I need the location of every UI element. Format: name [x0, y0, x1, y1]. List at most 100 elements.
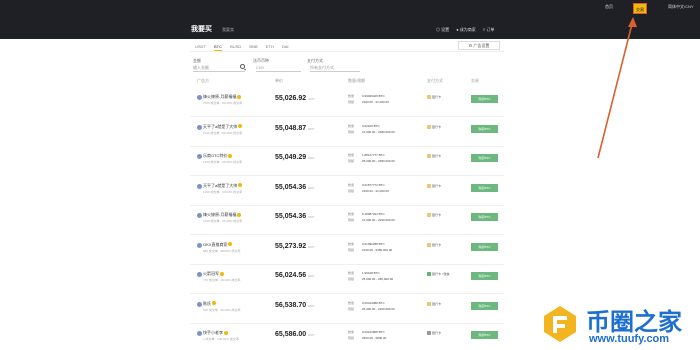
watermark-url: www.tuufy.com: [589, 333, 670, 345]
currency-select[interactable]: CNY: [256, 63, 301, 72]
table-row: 天平了a就是了大帅 1330 成交单 · 99.20% 成交率 55,048.87 …: [190, 117, 504, 147]
advertiser-name[interactable]: 火箭冠军: [203, 271, 224, 277]
avatar[interactable]: [197, 154, 202, 159]
payment-method: 银行卡: [427, 154, 441, 159]
verified-badge-icon: [224, 330, 228, 335]
advertiser-name[interactable]: 天平了a就是了大帅: [203, 183, 243, 189]
payment-method: 银行卡: [427, 331, 441, 336]
tab-eth[interactable]: ETH: [266, 44, 274, 49]
tab-bnb[interactable]: BNB: [249, 44, 257, 49]
advertiser-stats: 600 成交单 · 99.00% 成交率: [203, 307, 241, 312]
quantity-label: 数量: [348, 182, 355, 187]
limit-label: 限额: [348, 247, 355, 252]
language-currency-selector[interactable]: 简体中文/CNY: [668, 4, 694, 10]
buy-btc-button[interactable]: 购买BTC: [471, 331, 498, 339]
tab-usdt[interactable]: USDT: [195, 44, 206, 49]
limit-label: 限额: [348, 129, 355, 134]
limit-label: 限额: [348, 277, 355, 281]
tab-busd[interactable]: BUSD: [230, 44, 241, 49]
avatar[interactable]: [197, 301, 202, 307]
quantity-value: 0.01877772 BTC: [362, 182, 385, 187]
column-header-trade: 交易: [471, 78, 479, 83]
advertiser-name[interactable]: 乐商OTC特价: [203, 153, 233, 159]
advertiser-name[interactable]: 烽火燎原-月薪福福: [203, 212, 242, 218]
avatar[interactable]: [197, 124, 202, 130]
verified-badge-icon: [228, 153, 233, 158]
orders-link[interactable]: ≡ 订单: [483, 27, 494, 32]
avatar[interactable]: [197, 213, 202, 218]
quantity-label: 数量: [348, 300, 355, 305]
column-header-price: 单价: [275, 78, 283, 83]
advertiser-stats: 1330 成交单 · 99.20% 成交率: [203, 130, 243, 135]
quantity-label: 数量: [348, 271, 355, 275]
quantity-label: 数量: [348, 241, 355, 246]
verified-badge-icon: [228, 242, 233, 247]
limit-value: ¥5,000.00 - ¥80,000.00: [362, 277, 394, 281]
table-row: 天平了a就是了大帅 1330 成交单 · 99.20% 成交率 55,054.36 …: [190, 176, 504, 206]
advertiser-stats: 1330 成交单 · 99.20% 成交率: [203, 189, 243, 194]
payment-method-icon: [427, 124, 431, 129]
payment-method-icon: [427, 301, 431, 306]
verified-badge-icon: [220, 271, 224, 276]
avatar[interactable]: [197, 95, 202, 100]
limit-label: 限额: [348, 159, 355, 163]
table-row: 陈氏 600 成交单 · 99.00% 成交率 56,538.70 CNY 数量 0.0…: [190, 294, 504, 324]
amount-input[interactable]: 输入金额: [193, 63, 245, 72]
payment-method-icon: [427, 154, 431, 159]
limit-value: ¥5,000.00 - ¥200,000.00: [362, 306, 395, 311]
quantity-label: 数量: [348, 212, 355, 216]
become-merchant-link[interactable]: ● 成为商家: [456, 27, 476, 32]
buy-btc-button[interactable]: 购买BTC: [471, 124, 498, 133]
buy-btc-button[interactable]: 购买BTC: [471, 301, 498, 310]
nav-home-link[interactable]: 首页: [605, 4, 613, 10]
payment-method-icon: [427, 183, 431, 188]
buy-btc-button[interactable]: 购买BTC: [471, 95, 498, 103]
quantity-value: 0.06413388 BTC: [362, 300, 385, 305]
table-row: 烽火燎原-月薪福福 2760 成交单 · 99.40% 成交率 55,026.92 …: [190, 87, 504, 117]
limit-label: 限额: [348, 188, 355, 193]
advertiser-name[interactable]: OKX直推商家: [203, 242, 233, 248]
payment-method: 银行卡: [427, 243, 441, 247]
tab-btc[interactable]: BTC: [214, 44, 223, 51]
buy-btc-button[interactable]: 购买BTC: [471, 242, 498, 251]
advertiser-name[interactable]: 天平了a就是了大帅: [203, 124, 243, 130]
payment-method: 银行卡: [427, 95, 441, 100]
payment-select[interactable]: 所有支付方式: [310, 63, 360, 72]
advertiser-name[interactable]: 烽火燎原-月薪福福: [203, 94, 242, 100]
quantity-label: 数量: [348, 330, 355, 334]
avatar[interactable]: [197, 272, 202, 277]
verified-badge-icon: [212, 301, 216, 306]
table-row: 快手小老李 1 成交单 · 100.00% 成交率 65,586.00 CNY 数量 0…: [190, 323, 504, 350]
avatar[interactable]: [197, 183, 202, 189]
verified-badge-icon: [238, 183, 243, 188]
ad-settings-button[interactable]: ⚙ 广告设置: [458, 41, 500, 50]
quantity-label: 数量: [348, 153, 355, 157]
price: 65,586.00 CNY: [275, 331, 315, 338]
table-row: OKX直推商家 980 成交单 · 98.80% 成交率 55,273.92 CNY…: [190, 235, 504, 265]
settings-link[interactable]: ◎ 设置: [436, 27, 449, 32]
payment-method-icon: [427, 242, 431, 247]
page-title[interactable]: 我要买: [191, 24, 212, 34]
quantity-value: 1.99108 BTC: [362, 271, 380, 275]
payment-method-icon: [427, 272, 431, 277]
limit-value: ¥500.00 - ¥800.00: [362, 336, 387, 340]
buy-btc-button[interactable]: 购买BTC: [471, 154, 498, 162]
avatar[interactable]: [197, 242, 202, 248]
limit-value: ¥100.00 - ¥1,000.00: [362, 100, 389, 104]
tab-dai[interactable]: DAI: [282, 44, 289, 49]
payment-method: 银行卡: [427, 184, 441, 188]
advertiser-stats: 770 成交单 · 99.30% 成交率: [203, 278, 241, 282]
buy-btc-button[interactable]: 购买BTC: [471, 213, 498, 221]
avatar[interactable]: [197, 331, 202, 336]
advertiser-name[interactable]: 快手小老李: [203, 330, 228, 336]
coin-tabs: USDT BTC BUSD BNB ETH DAI: [195, 44, 296, 51]
trade-button[interactable]: 交易: [633, 3, 647, 14]
limit-value: ¥5,000.00 - ¥380,000.00: [362, 159, 395, 163]
price: 56,538.70 CNY: [275, 301, 315, 309]
buy-btc-button[interactable]: 购买BTC: [471, 272, 498, 280]
price: 55,026.92 CNY: [275, 95, 315, 102]
advertiser-name[interactable]: 陈氏: [203, 301, 216, 307]
search-icon[interactable]: [240, 64, 245, 69]
buy-btc-button[interactable]: 购买BTC: [471, 183, 498, 192]
sell-tab[interactable]: 我要卖: [222, 27, 234, 33]
